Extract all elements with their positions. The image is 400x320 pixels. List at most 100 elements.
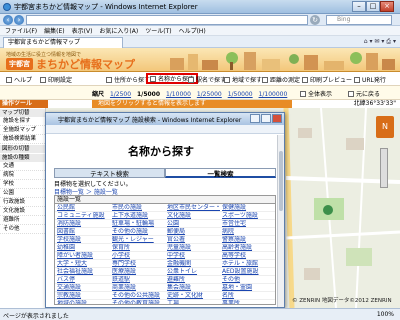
menu-edit[interactable]: 編集(E) — [44, 26, 64, 35]
category-link[interactable]: 名所 — [220, 292, 275, 300]
url-field[interactable] — [26, 15, 308, 25]
category-link[interactable]: 中学校 — [165, 252, 220, 260]
category-link[interactable]: その他の施設 — [110, 228, 165, 236]
scrollbar-thumb[interactable] — [279, 151, 283, 211]
popup-close-button[interactable] — [272, 114, 282, 123]
category-link[interactable]: 史跡・文化財 — [165, 292, 220, 300]
category-link[interactable]: 観光・レジャー — [110, 236, 165, 244]
category-link[interactable]: 小学校 — [110, 252, 165, 260]
category-link[interactable]: 幼稚園 — [55, 244, 110, 252]
print-settings-button[interactable]: 印刷設定 — [40, 75, 72, 84]
category-link[interactable]: 交通施設 — [55, 284, 110, 292]
site-logo[interactable]: 地域の生活に役立つ情報を地図で 宇都宮 まちかど情報マップ — [6, 51, 146, 71]
category-link[interactable]: スポーツ施設 — [220, 212, 275, 220]
category-link[interactable]: 地域の施設 — [55, 300, 110, 304]
category-link[interactable]: 消防施設 — [55, 220, 110, 228]
scale-option[interactable]: 1/10000 — [166, 91, 191, 98]
popup-scrollbar[interactable] — [277, 135, 284, 307]
category-link[interactable]: 公園 — [165, 220, 220, 228]
category-link[interactable]: 官公署 — [165, 236, 220, 244]
category-link[interactable]: 公民館 — [55, 204, 110, 212]
sidebar-item[interactable]: 文化施設 — [0, 207, 45, 216]
popup-maximize-button[interactable] — [261, 114, 271, 123]
category-link[interactable]: 警察施設 — [220, 236, 275, 244]
category-link[interactable]: 保健施設 — [220, 204, 275, 212]
category-link[interactable]: 文化施設 — [165, 212, 220, 220]
scale-option[interactable]: 1/100000 — [259, 91, 288, 98]
category-link[interactable]: その他 — [220, 276, 275, 284]
category-link[interactable]: 児童施設 — [165, 244, 220, 252]
back-icon[interactable]: ‹ — [3, 15, 13, 25]
sidebar-item[interactable]: 学校 — [0, 180, 45, 189]
sidebar-item-map-switch[interactable]: マップ切替 — [0, 109, 45, 117]
sidebar-item[interactable]: 施設を探す — [0, 117, 45, 126]
category-link[interactable]: 鉄道駅 — [110, 276, 165, 284]
category-link[interactable]: ホテル・旅館 — [220, 260, 275, 268]
refresh-icon[interactable]: ↻ — [310, 15, 320, 25]
category-link[interactable]: バス停 — [55, 276, 110, 284]
station-search-button[interactable]: 駅名で探す — [188, 75, 226, 84]
category-link[interactable]: 高等学校 — [220, 252, 275, 260]
measure-button[interactable]: 距離の測定 — [262, 75, 300, 84]
category-link[interactable]: 障がい者施設 — [55, 252, 110, 260]
category-link[interactable]: 学校施設 — [55, 236, 110, 244]
category-link[interactable]: 事業所 — [220, 300, 275, 304]
sidebar-item[interactable]: 行政施設 — [0, 198, 45, 207]
category-link[interactable]: 駐車場・駐輪場 — [110, 220, 165, 228]
category-link[interactable]: 公衆トイレ — [165, 268, 220, 276]
sidebar-item[interactable]: 施設検索結果 — [0, 135, 45, 144]
menu-favorites[interactable]: お気に入り(A) — [99, 26, 138, 35]
help-button[interactable]: ヘルプ — [6, 75, 32, 84]
category-link[interactable]: 図書館 — [55, 228, 110, 236]
menu-view[interactable]: 表示(V) — [72, 26, 93, 35]
sidebar-item[interactable]: その他 — [0, 225, 45, 234]
sidebar-item[interactable]: 公園 — [0, 189, 45, 198]
category-link[interactable]: 高齢者施設 — [220, 244, 275, 252]
zoom-level[interactable]: 100% — [377, 311, 394, 318]
maximize-button[interactable]: □ — [366, 1, 380, 12]
category-link[interactable]: 宗教施設 — [55, 292, 110, 300]
category-link[interactable]: 上下水道施設 — [110, 212, 165, 220]
sidebar-item[interactable]: 全施設マップ — [0, 126, 45, 135]
full-view-link[interactable]: 全体表示 — [300, 89, 332, 98]
url-issue-button[interactable]: URL発行 — [354, 75, 386, 84]
category-link[interactable]: その他の教育施設 — [110, 300, 165, 304]
category-link[interactable]: 地区市民センター・出張所 — [165, 204, 220, 212]
forward-icon[interactable]: › — [14, 15, 24, 25]
category-link[interactable]: 病院 — [220, 228, 275, 236]
category-link[interactable]: 市民の施設 — [110, 204, 165, 212]
category-link[interactable]: 工場 — [165, 300, 220, 304]
address-search-button[interactable]: 住所から探す — [106, 75, 150, 84]
category-link[interactable]: AED設置施設 — [220, 268, 275, 276]
scale-option[interactable]: 1/50000 — [228, 91, 253, 98]
browser-tab[interactable]: 宇都宮まちかど情報マップ — [3, 37, 123, 48]
command-bar-icons[interactable]: ⌂ ▾ ✉ ▾ ⎙ ▾ — [364, 38, 396, 46]
zoom-slider[interactable] — [380, 148, 388, 188]
category-link[interactable]: 社会福祉施設 — [55, 268, 110, 276]
popup-minimize-button[interactable] — [250, 114, 260, 123]
close-button[interactable]: × — [380, 1, 394, 12]
minimize-button[interactable]: – — [352, 1, 366, 12]
category-link[interactable]: 市営住宅 — [220, 220, 275, 228]
sidebar-item[interactable]: 避難所 — [0, 216, 45, 225]
tab-text-search[interactable]: テキスト検索 — [54, 168, 165, 178]
sidebar-item[interactable]: 病院 — [0, 171, 45, 180]
menu-help[interactable]: ヘルプ(H) — [179, 26, 206, 35]
area-search-button[interactable]: 地域で探す — [224, 75, 262, 84]
undo-link[interactable]: 元に戻る — [348, 89, 380, 98]
scale-option[interactable]: 1/2500 — [110, 91, 131, 98]
category-link[interactable]: 大学・短大 — [55, 260, 110, 268]
scale-option[interactable]: 1/25000 — [197, 91, 222, 98]
category-link[interactable]: 保育所 — [110, 244, 165, 252]
category-link[interactable]: その他の公共施設 — [110, 292, 165, 300]
print-preview-button[interactable]: 印刷プレビュー — [302, 75, 352, 84]
category-link[interactable]: 集会施設 — [165, 284, 220, 292]
category-link[interactable]: コミュニティ施設 — [55, 212, 110, 220]
category-link[interactable]: 専門学校 — [110, 260, 165, 268]
tab-list-search[interactable]: 一覧検索 — [165, 168, 276, 178]
category-link[interactable]: 墓地・霊園 — [220, 284, 275, 292]
search-input[interactable]: Bing — [326, 15, 392, 25]
menu-tools[interactable]: ツール(T) — [145, 26, 171, 35]
category-link[interactable]: 金融機関 — [165, 260, 220, 268]
category-link[interactable]: 商業施設 — [110, 284, 165, 292]
